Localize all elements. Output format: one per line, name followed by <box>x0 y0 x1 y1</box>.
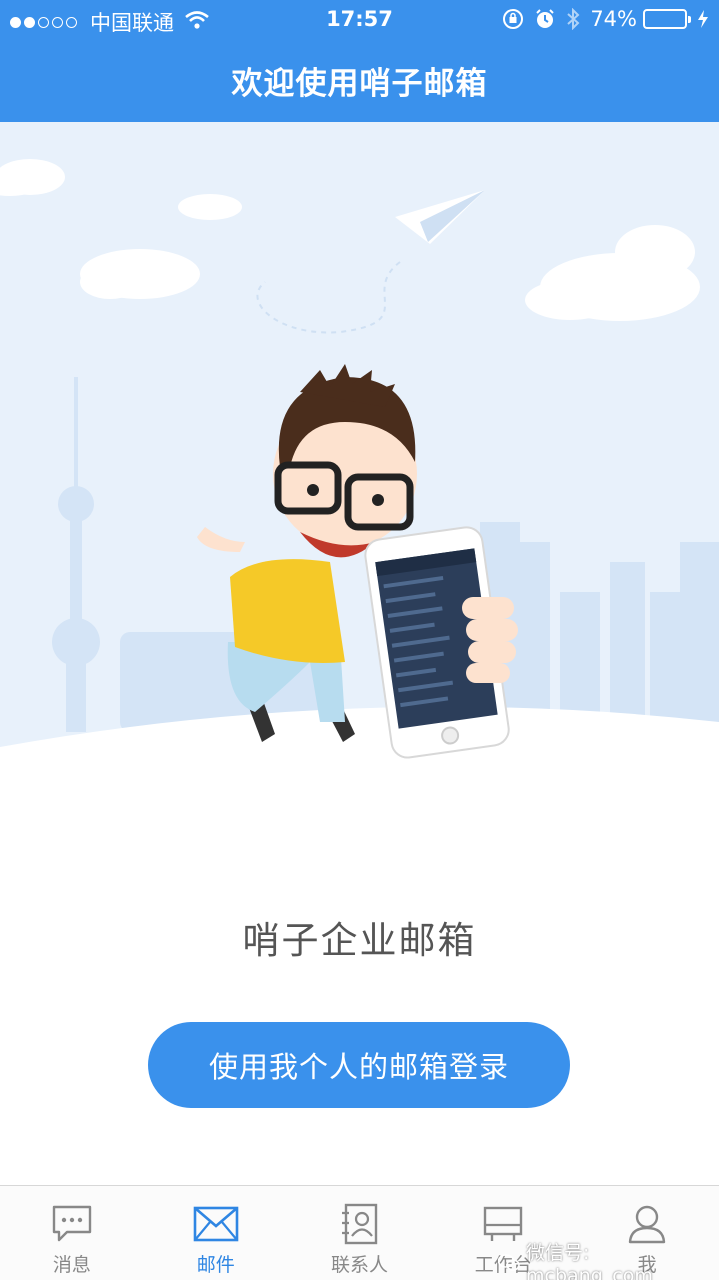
page-title: 欢迎使用哨子邮箱 <box>231 66 488 102</box>
envelope-icon <box>193 1202 239 1246</box>
tab-messages[interactable]: 消息 <box>0 1186 144 1280</box>
top-bar: 中国联通 17:57 74% 欢迎使用哨子邮箱 <box>0 0 719 122</box>
tab-label: 联系人 <box>330 1254 388 1276</box>
rotation-lock-icon <box>502 8 524 30</box>
watermark-text: 微信号: mcbang_com <box>526 1242 653 1280</box>
bluetooth-icon <box>566 8 580 30</box>
tab-label: 邮件 <box>196 1254 235 1276</box>
battery-percent: 74% <box>590 7 637 31</box>
tab-contacts[interactable]: 联系人 <box>288 1186 432 1280</box>
tab-label: 消息 <box>52 1254 91 1276</box>
tab-mail[interactable]: 邮件 <box>144 1186 288 1280</box>
watermark: 微信号: mcbang_com <box>498 1238 719 1280</box>
status-bar: 中国联通 17:57 74% <box>0 0 719 40</box>
alarm-icon <box>534 8 556 30</box>
hero-illustration <box>0 122 719 770</box>
personal-email-login-button[interactable]: 使用我个人的邮箱登录 <box>148 1022 570 1108</box>
battery-icon <box>643 9 691 29</box>
chat-bubble-icon <box>51 1202 93 1246</box>
charging-icon <box>697 9 709 29</box>
wechat-icon <box>498 1253 520 1272</box>
product-name: 哨子企业邮箱 <box>242 919 477 962</box>
contact-card-icon <box>340 1202 378 1246</box>
